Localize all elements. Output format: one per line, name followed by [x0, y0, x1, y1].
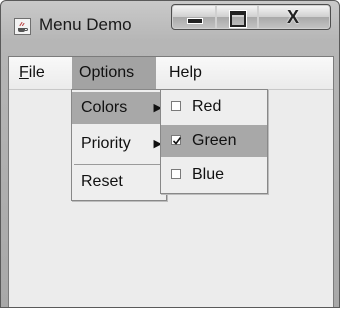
menu-file[interactable]: File [12, 57, 52, 89]
minimize-icon [187, 18, 203, 24]
menu-item-reset-label: Reset [81, 173, 123, 190]
menu-help[interactable]: Help [162, 57, 209, 89]
menu-item-blue-label: Blue [192, 166, 225, 183]
app-window: Menu Demo X File Options Help Colors ▶ P… [0, 0, 340, 308]
content-area: File Options Help Colors ▶ Priority ▶ Re… [8, 56, 334, 307]
maximize-button[interactable] [216, 5, 258, 29]
menu-help-label: Help [169, 64, 202, 81]
menu-item-green[interactable]: Green [161, 125, 267, 157]
menu-item-colors[interactable]: Colors ▶ [72, 92, 166, 124]
close-button[interactable]: X [258, 5, 330, 29]
close-icon: X [287, 7, 300, 27]
menu-options-label: Options [79, 64, 135, 81]
menu-item-priority-label: Priority [81, 135, 131, 152]
title-bar[interactable]: Menu Demo X [1, 1, 339, 49]
checkbox-red[interactable] [171, 101, 181, 111]
checkbox-green[interactable] [171, 135, 182, 145]
menu-file-label: ile [28, 64, 45, 81]
menu-item-red-label: Red [192, 98, 222, 115]
menu-item-blue[interactable]: Blue [161, 159, 267, 191]
checkbox-blue[interactable] [171, 169, 181, 179]
window-controls: X [171, 4, 331, 30]
menu-bar: File Options Help [9, 57, 333, 90]
menu-item-priority[interactable]: Priority ▶ [72, 128, 166, 160]
checkmark-icon [172, 137, 182, 145]
maximize-icon [229, 10, 247, 28]
menu-item-reset[interactable]: Reset [72, 166, 166, 198]
menu-item-green-label: Green [192, 132, 237, 149]
options-menu: Colors ▶ Priority ▶ Reset [71, 89, 167, 201]
menu-item-red[interactable]: Red [161, 91, 267, 123]
minimize-button[interactable] [172, 5, 216, 29]
window-title: Menu Demo [39, 15, 132, 34]
menu-item-colors-label: Colors [81, 99, 128, 116]
menu-file-mnemonic: F [19, 64, 29, 81]
menu-options[interactable]: Options [72, 57, 156, 89]
colors-submenu: Red Green Blue [160, 89, 268, 194]
java-cup-icon[interactable] [14, 18, 31, 35]
menu-separator [74, 164, 164, 165]
